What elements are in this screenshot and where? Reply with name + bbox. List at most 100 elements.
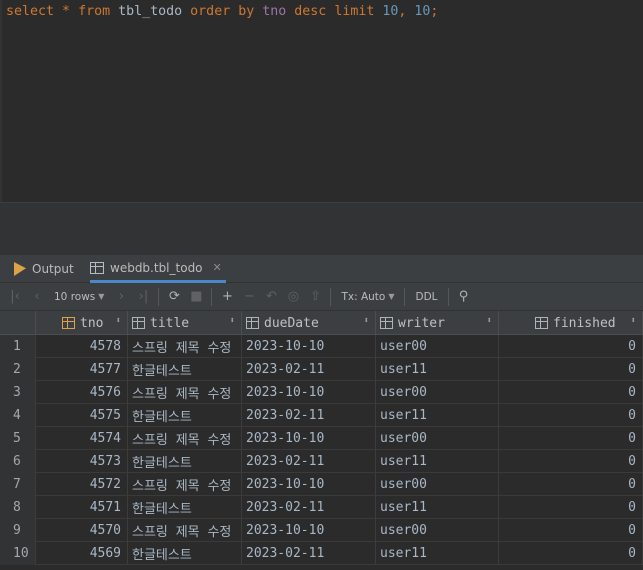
- ddl-button[interactable]: DDL: [409, 286, 443, 308]
- cell-tno[interactable]: 4569: [36, 542, 128, 565]
- table-row[interactable]: 10 4569 한글테스트 2023-02-11 user11 0: [0, 542, 643, 565]
- cell-title[interactable]: 한글테스트: [128, 450, 242, 473]
- cell-writer[interactable]: user11: [376, 496, 499, 519]
- cell-title[interactable]: 스프링 제목 수정: [128, 427, 242, 450]
- sort-icon[interactable]: ⬍: [364, 316, 369, 326]
- cell-tno[interactable]: 4570: [36, 519, 128, 542]
- cell-dueDate[interactable]: 2023-02-11: [242, 496, 376, 519]
- add-row-icon[interactable]: +: [216, 286, 238, 308]
- table-row[interactable]: 6 4573 한글테스트 2023-02-11 user11 0: [0, 450, 643, 473]
- cell-writer[interactable]: user11: [376, 450, 499, 473]
- table-row[interactable]: 2 4577 한글테스트 2023-02-11 user11 0: [0, 358, 643, 381]
- column-header-writer[interactable]: writer ⬍: [376, 311, 499, 335]
- cell-finished[interactable]: 0: [499, 358, 643, 381]
- cell-tno[interactable]: 4575: [36, 404, 128, 427]
- rows-dropdown[interactable]: 10 rows ▼: [48, 286, 110, 308]
- table-row[interactable]: 9 4570 스프링 제목 수정 2023-10-10 user00 0: [0, 519, 643, 542]
- column-header-title[interactable]: title ⬍: [128, 311, 242, 335]
- last-page-icon[interactable]: ›|: [132, 286, 154, 308]
- cell-finished[interactable]: 0: [499, 381, 643, 404]
- sort-icon[interactable]: ⬍: [631, 316, 636, 326]
- first-page-icon[interactable]: |‹: [4, 286, 26, 308]
- row-number[interactable]: 7: [0, 473, 36, 496]
- cell-tno[interactable]: 4573: [36, 450, 128, 473]
- cell-finished[interactable]: 0: [499, 450, 643, 473]
- cell-title[interactable]: 한글테스트: [128, 542, 242, 565]
- cell-tno[interactable]: 4576: [36, 381, 128, 404]
- panel-splitter[interactable]: [0, 202, 643, 255]
- next-page-icon[interactable]: ›: [110, 286, 132, 308]
- cell-writer[interactable]: user00: [376, 519, 499, 542]
- sort-icon[interactable]: ⬍: [230, 316, 235, 326]
- cell-writer[interactable]: user00: [376, 335, 499, 358]
- revert-icon[interactable]: ↶: [260, 286, 282, 308]
- row-number[interactable]: 8: [0, 496, 36, 519]
- cell-dueDate[interactable]: 2023-10-10: [242, 381, 376, 404]
- cell-writer[interactable]: user00: [376, 473, 499, 496]
- cell-finished[interactable]: 0: [499, 519, 643, 542]
- row-number[interactable]: 1: [0, 335, 36, 358]
- cell-tno[interactable]: 4571: [36, 496, 128, 519]
- cell-finished[interactable]: 0: [499, 496, 643, 519]
- cell-title[interactable]: 스프링 제목 수정: [128, 335, 242, 358]
- cell-finished[interactable]: 0: [499, 427, 643, 450]
- cell-title[interactable]: 한글테스트: [128, 358, 242, 381]
- delete-row-icon[interactable]: −: [238, 286, 260, 308]
- row-number[interactable]: 9: [0, 519, 36, 542]
- cell-title[interactable]: 스프링 제목 수정: [128, 519, 242, 542]
- cell-writer[interactable]: user11: [376, 404, 499, 427]
- column-header-dueDate[interactable]: dueDate ⬍: [242, 311, 376, 335]
- close-icon[interactable]: ✕: [213, 261, 222, 274]
- cell-title[interactable]: 한글테스트: [128, 404, 242, 427]
- table-row[interactable]: 4 4575 한글테스트 2023-02-11 user11 0: [0, 404, 643, 427]
- cell-dueDate[interactable]: 2023-10-10: [242, 335, 376, 358]
- cell-dueDate[interactable]: 2023-02-11: [242, 542, 376, 565]
- table-row[interactable]: 3 4576 스프링 제목 수정 2023-10-10 user00 0: [0, 381, 643, 404]
- cell-tno[interactable]: 4578: [36, 335, 128, 358]
- cell-writer[interactable]: user00: [376, 427, 499, 450]
- cell-title[interactable]: 스프링 제목 수정: [128, 473, 242, 496]
- preview-icon[interactable]: ◎: [282, 286, 304, 308]
- cell-tno[interactable]: 4574: [36, 427, 128, 450]
- cell-finished[interactable]: 0: [499, 542, 643, 565]
- cell-dueDate[interactable]: 2023-02-11: [242, 404, 376, 427]
- cell-dueDate[interactable]: 2023-02-11: [242, 358, 376, 381]
- cell-dueDate[interactable]: 2023-10-10: [242, 519, 376, 542]
- cell-title[interactable]: 스프링 제목 수정: [128, 381, 242, 404]
- stop-icon[interactable]: ■: [185, 286, 207, 308]
- row-number[interactable]: 4: [0, 404, 36, 427]
- reload-icon[interactable]: ⟳: [163, 286, 185, 308]
- cell-dueDate[interactable]: 2023-02-11: [242, 450, 376, 473]
- tx-mode-dropdown[interactable]: Tx: Auto ▼: [335, 286, 400, 308]
- cell-writer[interactable]: user11: [376, 358, 499, 381]
- results-grid[interactable]: tno ⬍ title ⬍ dueDate ⬍ writer ⬍ finished ⬍ 1 4578…: [0, 311, 643, 570]
- sql-editor[interactable]: select * from tbl_todo order by tno desc…: [0, 0, 643, 202]
- column-header-finished[interactable]: finished ⬍: [499, 311, 643, 335]
- row-number[interactable]: 6: [0, 450, 36, 473]
- row-number[interactable]: 5: [0, 427, 36, 450]
- table-row[interactable]: 1 4578 스프링 제목 수정 2023-10-10 user00 0: [0, 335, 643, 358]
- cell-tno[interactable]: 4577: [36, 358, 128, 381]
- pin-icon[interactable]: ⚲: [453, 286, 475, 308]
- tab-table-result[interactable]: webdb.tbl_todo ✕: [90, 255, 226, 283]
- cell-tno[interactable]: 4572: [36, 473, 128, 496]
- tab-output[interactable]: Output: [14, 255, 74, 283]
- row-number[interactable]: 10: [0, 542, 36, 565]
- column-header-tno[interactable]: tno ⬍: [36, 311, 128, 335]
- prev-page-icon[interactable]: ‹: [26, 286, 48, 308]
- cell-writer[interactable]: user00: [376, 381, 499, 404]
- cell-finished[interactable]: 0: [499, 335, 643, 358]
- cell-title[interactable]: 한글테스트: [128, 496, 242, 519]
- submit-icon[interactable]: ⇧: [304, 286, 326, 308]
- cell-dueDate[interactable]: 2023-10-10: [242, 473, 376, 496]
- row-number[interactable]: 3: [0, 381, 36, 404]
- row-number[interactable]: 2: [0, 358, 36, 381]
- cell-finished[interactable]: 0: [499, 404, 643, 427]
- sql-query-line[interactable]: select * from tbl_todo order by tno desc…: [6, 3, 438, 21]
- table-row[interactable]: 7 4572 스프링 제목 수정 2023-10-10 user00 0: [0, 473, 643, 496]
- table-row[interactable]: 8 4571 한글테스트 2023-02-11 user11 0: [0, 496, 643, 519]
- sort-icon[interactable]: ⬍: [116, 316, 121, 326]
- cell-writer[interactable]: user11: [376, 542, 499, 565]
- table-row[interactable]: 5 4574 스프링 제목 수정 2023-10-10 user00 0: [0, 427, 643, 450]
- sort-icon[interactable]: ⬍: [487, 316, 492, 326]
